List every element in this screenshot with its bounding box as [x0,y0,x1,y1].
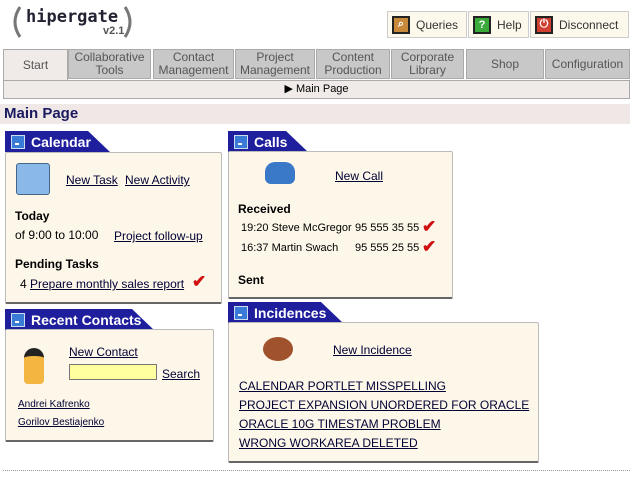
task-link[interactable]: Prepare monthly sales report [30,277,184,291]
queries-label: Queries [416,17,459,32]
help-icon: ? [473,15,491,34]
call-row: 19:20 Steve McGregor 95 555 35 55 [241,222,419,234]
queries-icon: ⌕ [392,15,410,34]
hipergate-logo: hipergate v2.1 [10,5,135,39]
power-icon: ⏻ [535,15,553,34]
calendar-title: Calendar [31,133,91,150]
call-time: 19:20 [241,222,269,234]
help-label: Help [497,17,522,32]
logo-version: v2.1 [103,25,125,37]
check-icon[interactable]: ✔ [192,272,206,292]
incidences-header: Incidences [228,302,343,323]
incidence-link[interactable]: CALENDAR PORTLET MISSPELLING [239,379,446,393]
call-name[interactable]: Steve McGregor [272,222,352,234]
incidences-portlet: New Incidence CALENDAR PORTLET MISSPELLI… [228,322,539,463]
contacts-portlet: New Contact Search Andrei Kafrenko Goril… [5,329,214,442]
calls-header: Calls [228,131,308,152]
new-contact-link[interactable]: New Contact [69,345,138,359]
breadcrumb-item[interactable]: Main Page [296,83,349,95]
meeting-time: of 9:00 to 10:00 [15,228,99,242]
help-button[interactable]: ? Help [468,11,529,38]
meeting-link[interactable]: Project follow-up [114,229,203,243]
tab-content-production[interactable]: Content Production [316,49,390,79]
contact-search-input[interactable] [69,364,157,380]
calendar-portlet: New Task New Activity Today of 9:00 to 1… [5,152,222,304]
incidence-link[interactable]: WRONG WORKAREA DELETED [239,436,418,450]
incidence-link[interactable]: ORACLE 10G TIMESTAM PROBLEM [239,417,441,431]
page-title: Main Page [0,104,630,124]
bug-icon [263,337,293,361]
tab-start[interactable]: Start [3,49,68,81]
tab-configuration[interactable]: Configuration [545,49,630,79]
call-name[interactable]: Martin Swach [272,242,339,254]
minimize-icon[interactable] [11,313,25,327]
logo-text: hipergate [26,7,119,27]
new-activity-link[interactable]: New Activity [125,173,190,187]
incidences-title: Incidences [254,304,327,321]
contact-avatar-icon [24,348,44,384]
pending-tasks-label: Pending Tasks [15,257,99,271]
call-time: 16:37 [241,242,269,254]
tab-collaborative-tools[interactable]: Collaborative Tools [68,49,151,79]
calls-portlet: New Call Received 19:20 Steve McGregor 95… [228,151,453,299]
calendar-header: Calendar [5,131,110,152]
new-call-link[interactable]: New Call [335,169,383,183]
task-number: 4 [20,277,27,291]
incidence-link[interactable]: PROJECT EXPANSION UNORDERED FOR ORACLE [239,398,529,412]
contact-link[interactable]: Gorilov Bestiajenko [18,417,104,428]
disconnect-button[interactable]: ⏻ Disconnect [530,11,629,38]
tab-contact-management[interactable]: Contact Management [153,49,234,79]
minimize-icon[interactable] [234,306,248,320]
contacts-title: Recent Contacts [31,311,142,328]
tab-corporate-library[interactable]: Corporate Library [391,49,464,79]
telephone-icon [265,162,295,184]
new-incidence-link[interactable]: New Incidence [333,343,412,357]
calendar-icon [16,163,50,195]
disconnect-label: Disconnect [559,17,619,32]
contact-link[interactable]: Andrei Kafrenko [18,399,90,410]
received-label: Received [238,202,291,216]
breadcrumb: ▶ Main Page [3,80,630,99]
triangle-right-icon: ▶ [284,83,296,95]
search-link[interactable]: Search [162,367,200,381]
check-icon[interactable]: ✔ [422,217,436,237]
sent-label: Sent [238,273,265,287]
minimize-icon[interactable] [11,135,25,149]
tab-project-management[interactable]: Project Management [235,49,315,79]
call-row: 16:37 Martin Swach 95 555 25 55 [241,242,419,254]
queries-button[interactable]: ⌕ Queries [387,11,467,38]
footer-divider [3,470,630,471]
tab-shop[interactable]: Shop [466,49,544,79]
minimize-icon[interactable] [234,135,248,149]
new-task-link[interactable]: New Task [66,173,118,187]
contacts-header: Recent Contacts [5,309,154,330]
today-label: Today [15,209,50,223]
check-icon[interactable]: ✔ [422,237,436,257]
calls-title: Calls [254,133,288,150]
